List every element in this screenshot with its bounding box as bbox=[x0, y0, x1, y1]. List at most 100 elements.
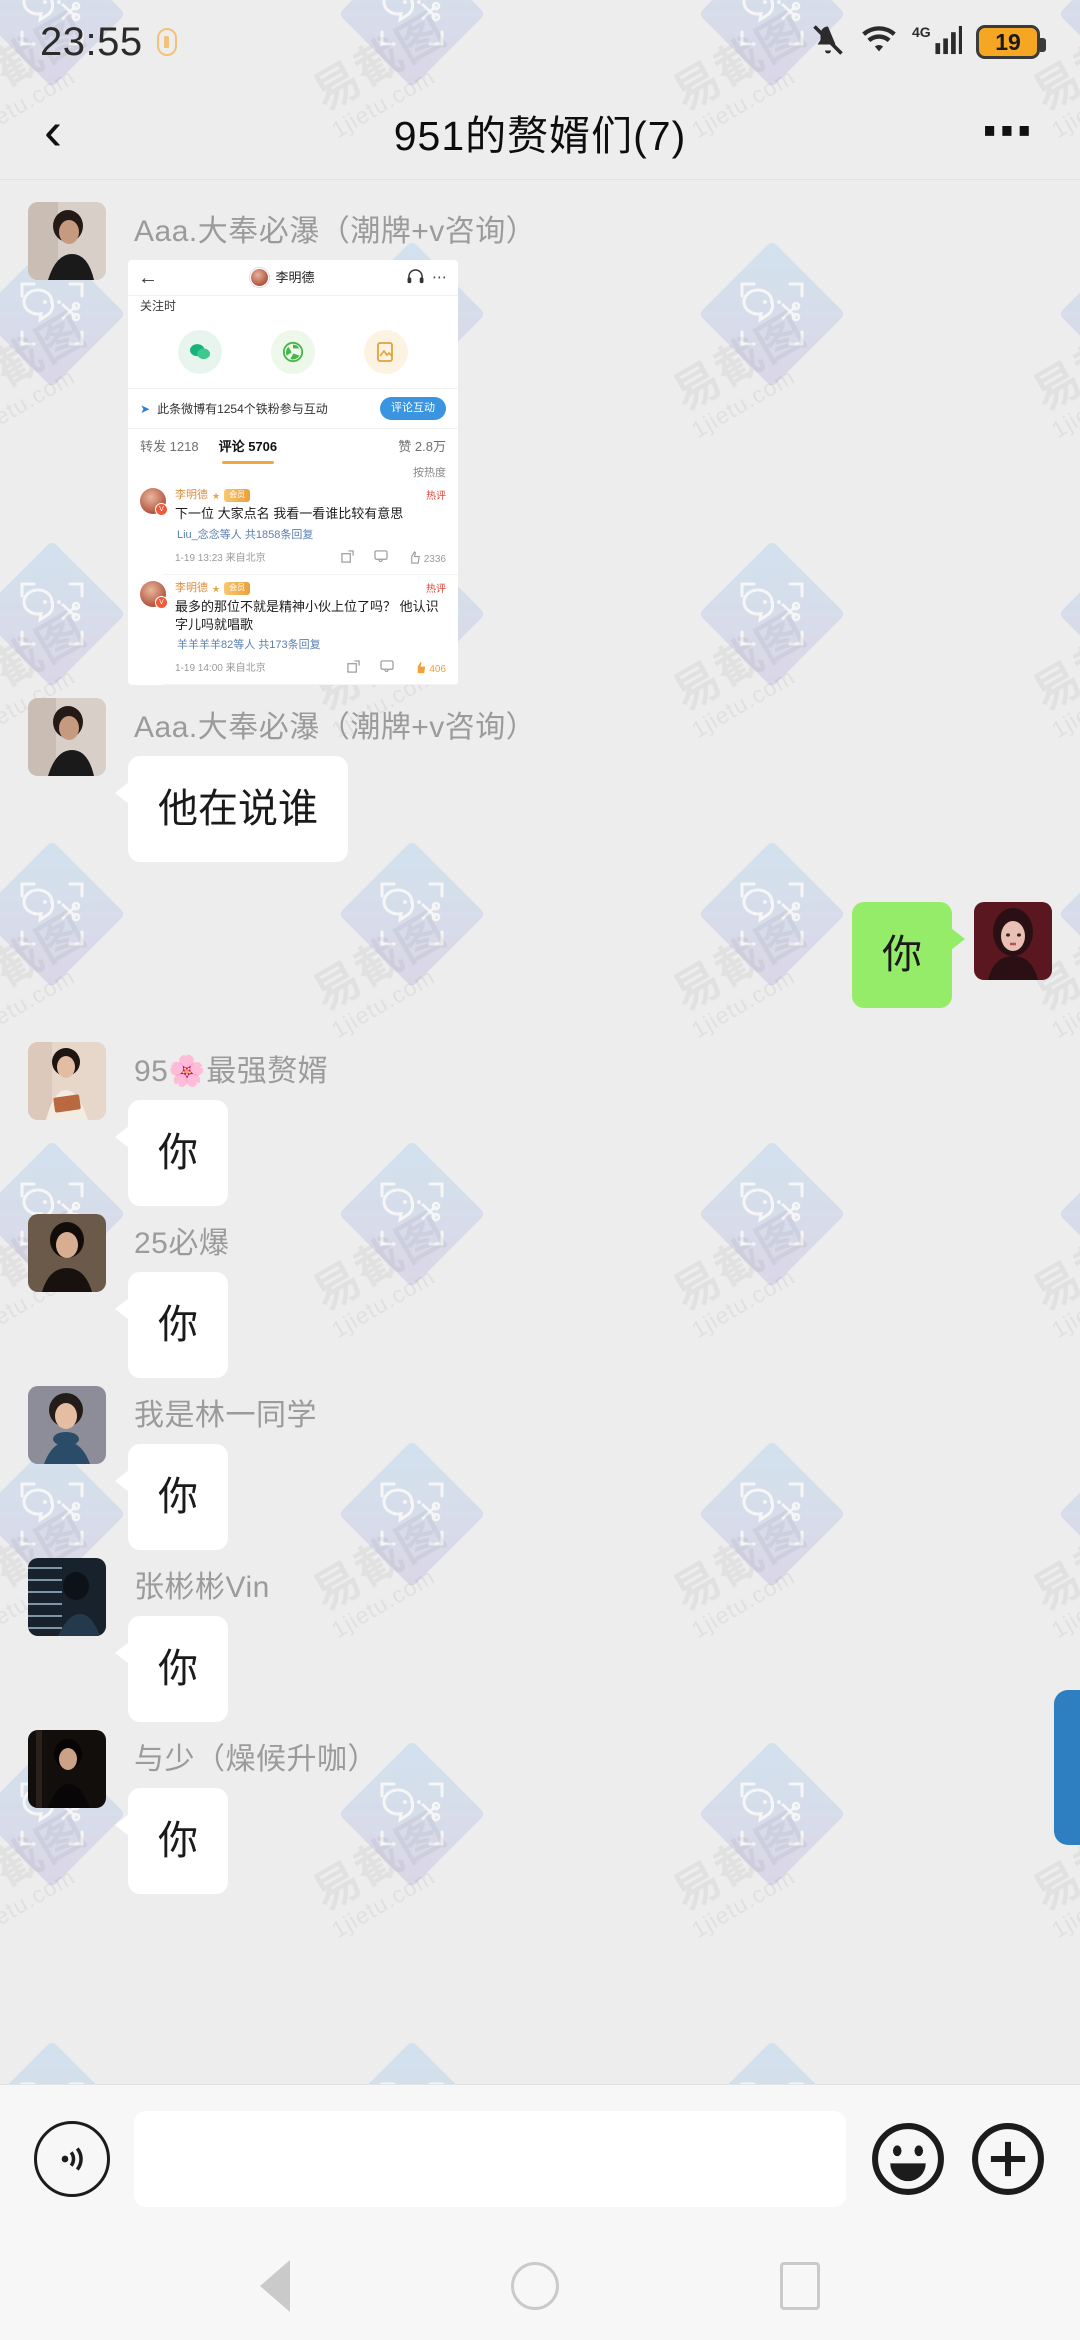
weibo-action-icons bbox=[128, 320, 458, 388]
avatar[interactable] bbox=[974, 902, 1052, 981]
sender-name: 与少（燥候升咖） bbox=[134, 1743, 378, 1777]
message-bubble[interactable]: 他在说谁 bbox=[115, 756, 348, 863]
reply-icon[interactable] bbox=[379, 660, 394, 677]
weibo-user: 李明德 bbox=[166, 268, 399, 287]
share-icon[interactable] bbox=[270, 330, 315, 375]
message-input[interactable] bbox=[134, 2110, 846, 2207]
comment-main: 李明德 ★ 会员 下一位 大家点名 我看一看谁比较有意思 Liu_念念等人 共1… bbox=[175, 488, 446, 542]
avatar[interactable] bbox=[28, 202, 106, 280]
avatar[interactable] bbox=[28, 1730, 106, 1809]
chat-header: ‹ 951的赘婿们(7) ⋯ bbox=[0, 84, 1080, 180]
fan-arrow-icon: ➤ bbox=[140, 401, 151, 416]
vip-badge: 会员 bbox=[224, 582, 251, 595]
message-body: 与少（燥候升咖） 你 bbox=[115, 1730, 378, 1895]
comment-footer: 1-19 14:00 来自北京 406 bbox=[163, 655, 458, 686]
repost-icon[interactable] bbox=[346, 660, 360, 678]
like-stat[interactable]: 赞 2.8万 bbox=[398, 438, 446, 456]
voice-icon[interactable] bbox=[34, 2120, 110, 2197]
message-body: 你 bbox=[852, 902, 965, 1009]
comment-label: 评论 bbox=[218, 439, 245, 455]
message-bubble[interactable]: 你 bbox=[115, 1788, 228, 1895]
repost-icon[interactable] bbox=[341, 549, 354, 568]
back-triangle-icon[interactable] bbox=[260, 2260, 291, 2312]
back-icon[interactable]: ‹ bbox=[44, 104, 104, 158]
image-bubble[interactable]: ← 李明德 ⋯ 关注时 ➤ 此条微博有1254个铁粉参与互动 评论互动 转发 1… bbox=[128, 260, 458, 686]
verified-icon: ★ bbox=[212, 583, 221, 594]
like-action[interactable]: 406 bbox=[414, 661, 446, 677]
battery-percent: 19 bbox=[995, 28, 1021, 55]
status-left: 23:55 bbox=[40, 20, 177, 65]
avatar[interactable] bbox=[28, 698, 106, 777]
comment-avatar[interactable] bbox=[140, 581, 168, 610]
comment-text: 下一位 大家点名 我看一看谁比较有意思 bbox=[175, 506, 404, 522]
like-label: 赞 bbox=[398, 439, 412, 455]
comment-author[interactable]: 李明德 bbox=[175, 488, 208, 503]
like-action[interactable]: 2336 bbox=[408, 550, 446, 567]
comment-actions: 2336 bbox=[341, 549, 446, 568]
message-body: Aaa.大奉必瀑（潮牌+v咨询） ← 李明德 ⋯ 关注时 ➤ 此条微博有1254… bbox=[128, 202, 536, 690]
sender-name: Aaa.大奉必瀑（潮牌+v咨询） bbox=[134, 711, 537, 745]
plus-icon[interactable] bbox=[970, 2121, 1046, 2197]
message-body: Aaa.大奉必瀑（潮牌+v咨询） 他在说谁 bbox=[115, 698, 537, 863]
status-time: 23:55 bbox=[40, 19, 143, 64]
message-list[interactable]: Aaa.大奉必瀑（潮牌+v咨询） ← 李明德 ⋯ 关注时 ➤ 此条微博有1254… bbox=[0, 180, 1080, 2055]
avatar[interactable] bbox=[28, 1558, 106, 1637]
message-bubble[interactable]: 你 bbox=[115, 1616, 228, 1723]
message-bubble[interactable]: 你 bbox=[115, 1444, 228, 1551]
comment-count: 5706 bbox=[248, 439, 278, 455]
message-bubble[interactable]: 你 bbox=[115, 1272, 228, 1379]
more-icon[interactable]: ⋯ bbox=[976, 106, 1036, 158]
headphone-icon[interactable] bbox=[407, 269, 424, 286]
weibo-more-icon[interactable]: ⋯ bbox=[432, 270, 448, 284]
comment-author[interactable]: 李明德 bbox=[175, 581, 208, 596]
avatar[interactable] bbox=[28, 1042, 106, 1121]
comment-replies[interactable]: Liu_念念等人 共1858条回复 bbox=[175, 528, 446, 543]
repost-stat[interactable]: 转发 1218 bbox=[140, 438, 199, 456]
like-count: 2.8万 bbox=[414, 439, 446, 455]
sender-name: 张彬彬Vin bbox=[134, 1571, 270, 1605]
input-bar bbox=[0, 2084, 1080, 2232]
comment-icon[interactable] bbox=[178, 330, 223, 375]
comment-header: 李明德 ★ 会员 bbox=[175, 488, 446, 503]
avatar[interactable] bbox=[28, 1386, 106, 1465]
comment-time: 1-19 14:00 来自北京 bbox=[175, 662, 266, 674]
comment-avatar[interactable] bbox=[140, 488, 168, 517]
message-row: 你 bbox=[0, 902, 1080, 1009]
hot-tag: 热评 bbox=[426, 584, 446, 596]
comment-footer: 1-19 13:23 来自北京 2336 bbox=[163, 545, 458, 576]
sort-control[interactable]: 按热度 bbox=[128, 462, 458, 483]
avatar[interactable] bbox=[28, 1214, 106, 1293]
fan-banner-button[interactable]: 评论互动 bbox=[380, 397, 446, 421]
emoji-icon[interactable] bbox=[870, 2121, 946, 2197]
fan-banner-text: 此条微博有1254个铁粉参与互动 bbox=[157, 401, 328, 416]
comment-likes: 406 bbox=[429, 663, 446, 675]
comment-item: 热评 李明德 ★ 会员 下一位 大家点名 我看一看谁比较有意思 Liu_念念等人… bbox=[128, 482, 458, 544]
message-row: 25必爆 你 bbox=[0, 1214, 1080, 1379]
reply-icon[interactable] bbox=[374, 550, 388, 567]
home-circle-icon[interactable] bbox=[510, 2262, 559, 2310]
comment-header: 李明德 ★ 会员 bbox=[175, 581, 446, 596]
weibo-avatar bbox=[250, 268, 270, 287]
message-row: 我是林一同学 你 bbox=[0, 1386, 1080, 1551]
message-row: 与少（燥候升咖） 你 bbox=[0, 1730, 1080, 1895]
weibo-screenshot: ← 李明德 ⋯ 关注时 ➤ 此条微博有1254个铁粉参与互动 评论互动 转发 1… bbox=[128, 260, 458, 686]
comment-main: 李明德 ★ 会员 最多的那位不就是精神小伙上位了吗？ 他认识字儿吗就唱歌 羊羊羊… bbox=[175, 581, 446, 653]
status-right: 4G 19 bbox=[810, 22, 1046, 63]
sender-name: 25必爆 bbox=[134, 1227, 230, 1261]
repost-count: 1218 bbox=[169, 439, 199, 455]
message-bubble[interactable]: 你 bbox=[852, 902, 965, 1009]
recents-square-icon[interactable] bbox=[779, 2262, 820, 2310]
android-navbar bbox=[0, 2232, 1080, 2340]
weibo-back-icon[interactable]: ← bbox=[138, 268, 158, 288]
vip-badge: 会员 bbox=[224, 489, 251, 503]
sender-name: 95🌸最强赘婿 bbox=[134, 1055, 329, 1089]
side-panel-handle[interactable] bbox=[1054, 1690, 1080, 1845]
comment-stat[interactable]: 评论 5706 bbox=[218, 438, 278, 463]
message-bubble[interactable]: 你 bbox=[115, 1100, 228, 1207]
message-row: 95🌸最强赘婿 你 bbox=[0, 1042, 1080, 1207]
image-icon[interactable] bbox=[363, 330, 408, 375]
svg-text:4G: 4G bbox=[912, 23, 931, 39]
message-row: Aaa.大奉必瀑（潮牌+v咨询） ← 李明德 ⋯ 关注时 ➤ 此条微博有1254… bbox=[0, 202, 1080, 690]
fan-banner[interactable]: ➤ 此条微博有1254个铁粉参与互动 评论互动 bbox=[128, 388, 458, 428]
comment-replies[interactable]: 羊羊羊羊82等人 共173条回复 bbox=[175, 638, 446, 653]
